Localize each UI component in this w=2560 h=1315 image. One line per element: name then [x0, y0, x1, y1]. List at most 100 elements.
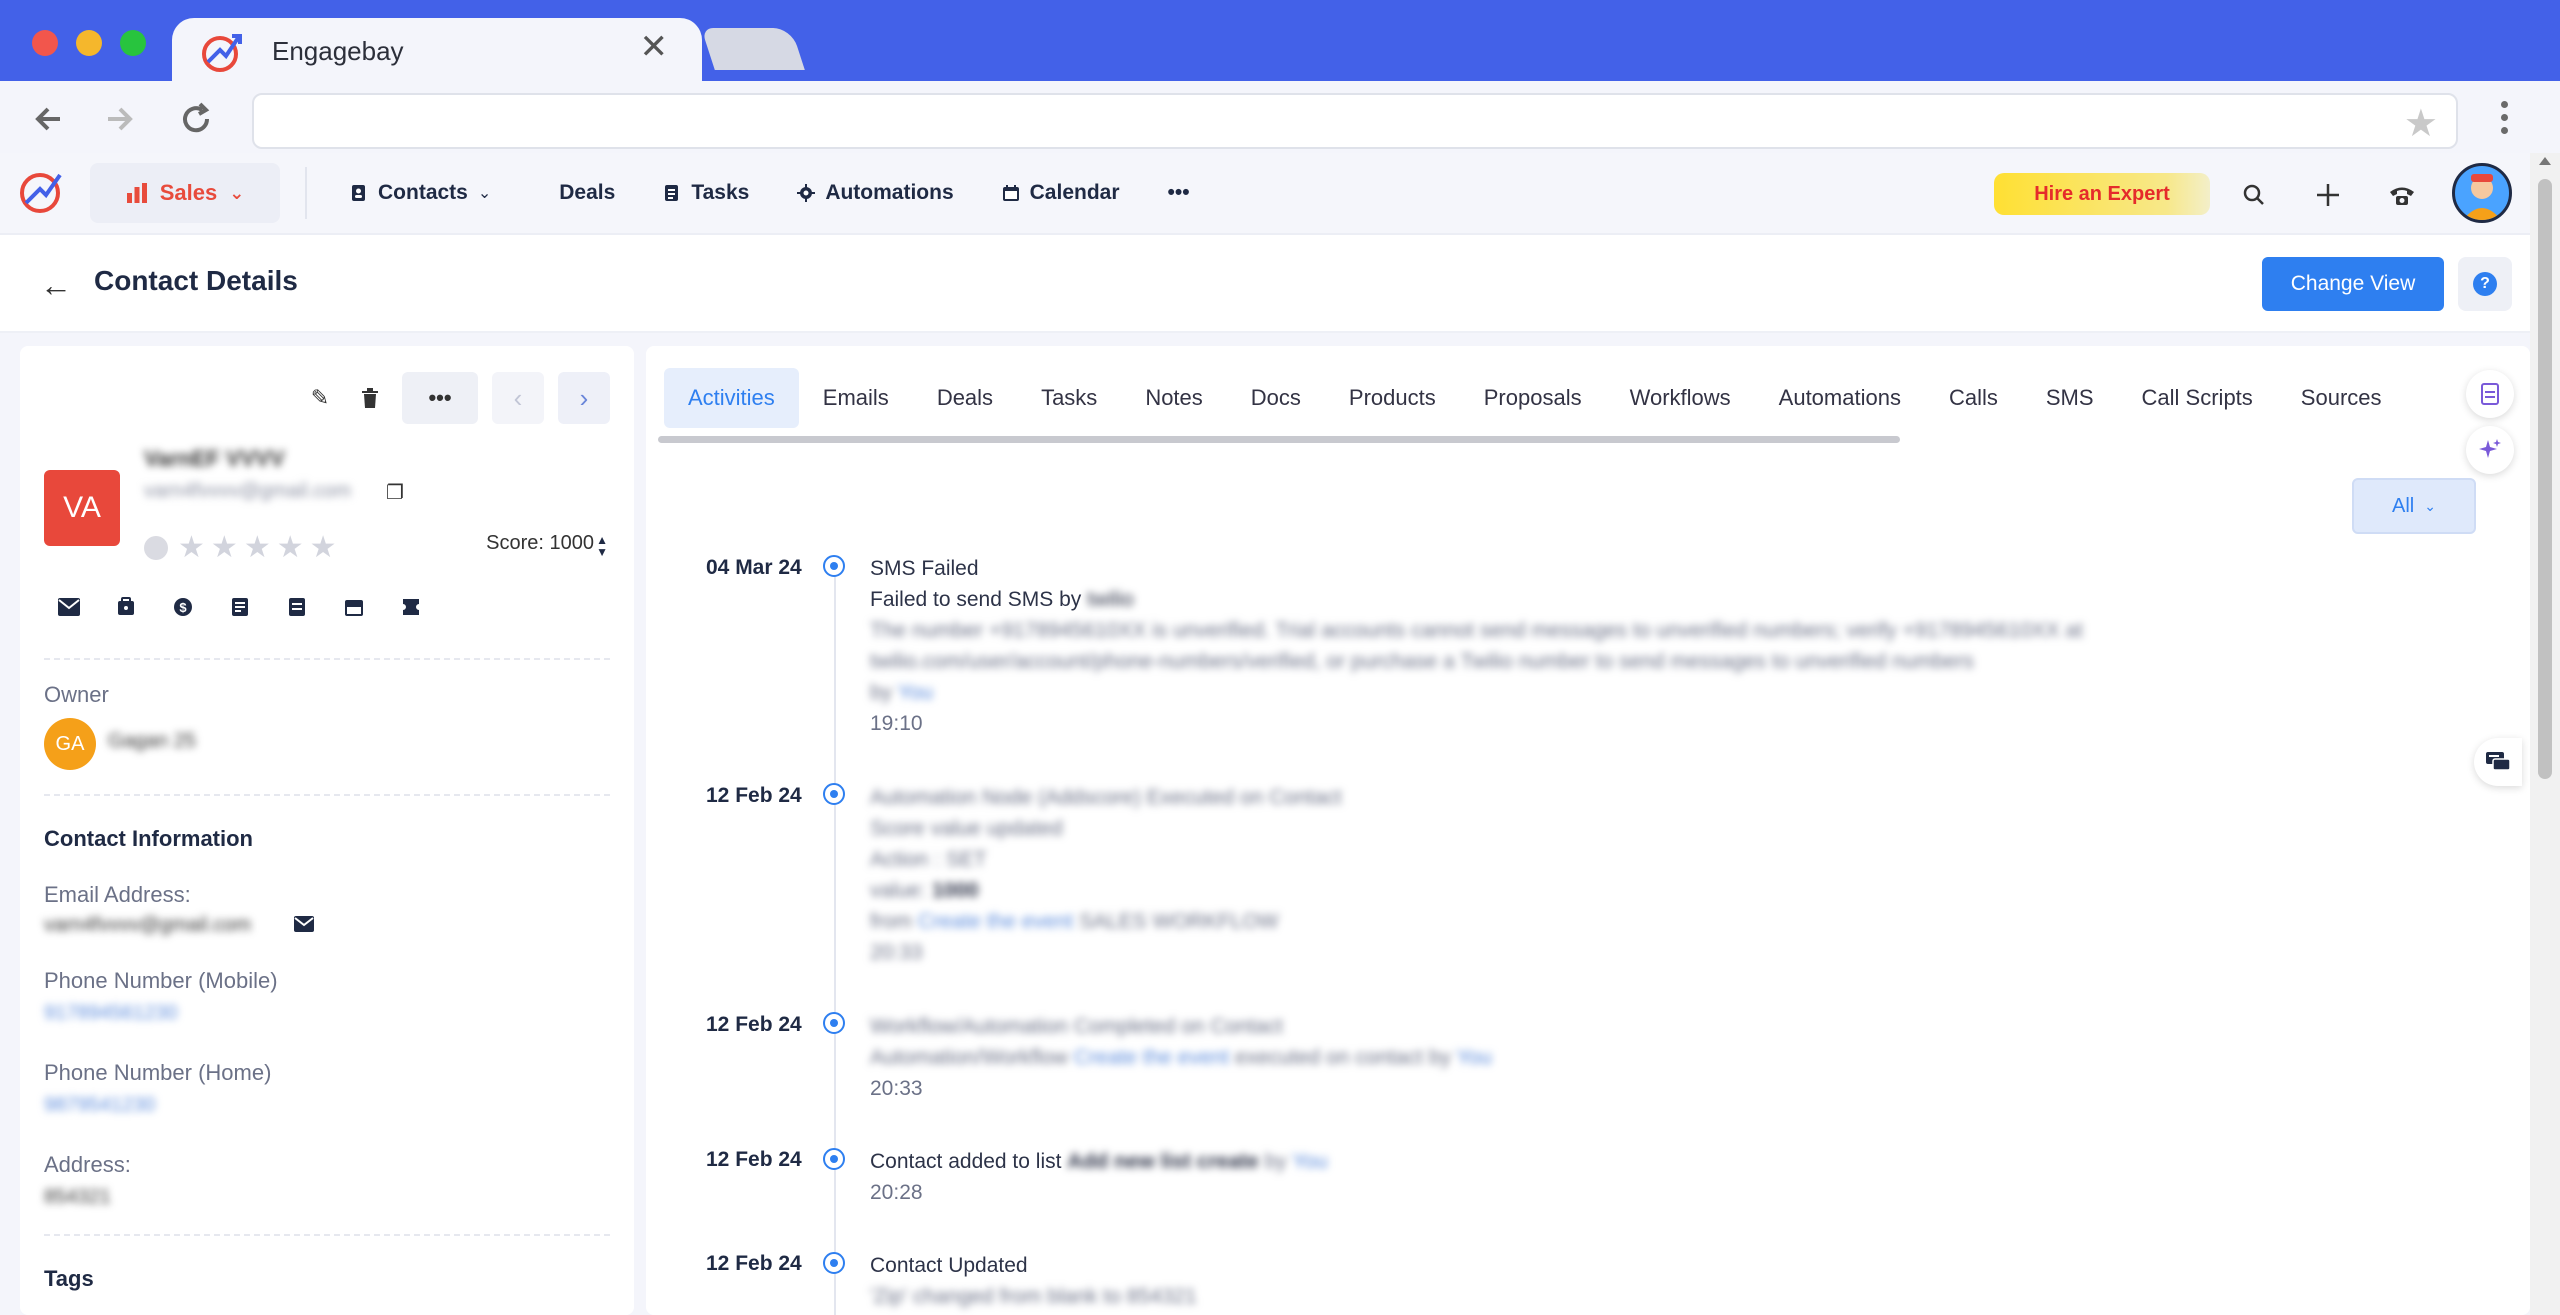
- activity-date: 12 Feb 24: [706, 784, 802, 807]
- more-actions-button[interactable]: •••: [402, 372, 478, 424]
- edit-pencil-icon[interactable]: ✎: [302, 380, 338, 416]
- close-tab-icon[interactable]: ✕: [640, 30, 669, 64]
- browser-menu-icon[interactable]: [2498, 101, 2510, 134]
- tab-workflows[interactable]: Workflows: [1606, 368, 1755, 428]
- document-icon[interactable]: [2466, 370, 2514, 418]
- nav-more-icon[interactable]: •••: [1168, 181, 1190, 205]
- deal-icon[interactable]: [115, 596, 137, 618]
- score-stepper[interactable]: ▲ ▼: [596, 534, 608, 558]
- chat-support-icon[interactable]: [2474, 738, 2522, 786]
- search-icon[interactable]: [2234, 175, 2274, 215]
- previous-contact-icon[interactable]: ‹: [492, 372, 544, 424]
- timeline-dot: [823, 783, 845, 805]
- owner-label: Owner: [44, 682, 109, 707]
- activity-detail: Score value updated: [870, 817, 1063, 840]
- sales-module-dropdown[interactable]: Sales ⌄: [90, 163, 280, 223]
- tabs-scrollbar[interactable]: [658, 436, 1900, 443]
- tab-emails[interactable]: Emails: [799, 368, 913, 428]
- star-icon[interactable]: ★: [178, 530, 205, 565]
- email-address-value[interactable]: varn4fvvvv@gmail.com: [44, 914, 251, 937]
- email-icon[interactable]: [58, 596, 80, 618]
- nav-deals[interactable]: Deals: [559, 181, 615, 205]
- activity-detail: The number +9178945610XX is unverified. …: [870, 619, 2083, 642]
- nav-calendar[interactable]: Calendar: [1002, 181, 1120, 205]
- add-icon[interactable]: [2308, 175, 2348, 215]
- forward-arrow-icon[interactable]: [98, 97, 142, 141]
- tab-calls[interactable]: Calls: [1925, 368, 2022, 428]
- task-icon[interactable]: [229, 596, 251, 618]
- scrollbar-thumb[interactable]: [2538, 179, 2552, 779]
- tab-sources[interactable]: Sources: [2277, 368, 2406, 428]
- copy-icon[interactable]: ❐: [386, 480, 404, 505]
- maximize-window-button[interactable]: [120, 30, 146, 56]
- activity-list-name[interactable]: Add new list create: [1067, 1150, 1258, 1173]
- star-icon[interactable]: ★: [211, 530, 238, 565]
- page-scrollbar[interactable]: [2530, 153, 2560, 1315]
- activity-from-link[interactable]: Create the event: [918, 910, 1073, 933]
- note-icon[interactable]: [286, 596, 308, 618]
- scroll-up-icon[interactable]: [2539, 157, 2551, 165]
- user-avatar[interactable]: [2452, 163, 2512, 223]
- star-rating[interactable]: ★ ★ ★ ★ ★: [144, 530, 337, 565]
- next-contact-icon[interactable]: ›: [558, 372, 610, 424]
- close-window-button[interactable]: [32, 30, 58, 56]
- ticket-icon[interactable]: [400, 596, 422, 618]
- back-arrow-icon[interactable]: ←: [40, 267, 72, 304]
- score-label: Score: 1000: [486, 532, 594, 554]
- new-tab-button[interactable]: [701, 28, 805, 70]
- nav-automations[interactable]: Automations: [797, 181, 954, 205]
- reload-icon[interactable]: [174, 97, 218, 141]
- browser-tab-engagebay[interactable]: Engagebay ✕: [172, 18, 702, 81]
- ai-sparkle-icon[interactable]: [2466, 426, 2514, 474]
- phone-mobile-value[interactable]: 917894561230: [44, 1002, 177, 1025]
- rating-clear-icon[interactable]: [144, 535, 168, 560]
- tab-tasks[interactable]: Tasks: [1017, 368, 1121, 428]
- back-arrow-icon[interactable]: [26, 97, 70, 141]
- delete-trash-icon[interactable]: [352, 380, 388, 416]
- tab-notes[interactable]: Notes: [1121, 368, 1226, 428]
- tab-proposals[interactable]: Proposals: [1460, 368, 1606, 428]
- more-dots: •••: [1167, 181, 1190, 204]
- activity-by-link[interactable]: You: [898, 681, 933, 704]
- tab-deals[interactable]: Deals: [913, 368, 1017, 428]
- activity-workflow-link[interactable]: Create the event: [1074, 1046, 1229, 1069]
- phone-icon[interactable]: [2382, 175, 2422, 215]
- tab-automations[interactable]: Automations: [1755, 368, 1925, 428]
- tab-products[interactable]: Products: [1325, 368, 1460, 428]
- score-down-icon[interactable]: ▼: [596, 546, 608, 558]
- tab-call-scripts[interactable]: Call Scripts: [2118, 368, 2277, 428]
- tab-sms[interactable]: SMS: [2022, 368, 2118, 428]
- star-icon[interactable]: ★: [277, 530, 304, 565]
- address-bar[interactable]: ★: [252, 93, 2458, 149]
- activity-detail: value:: [870, 879, 927, 902]
- change-view-button[interactable]: Change View: [2262, 257, 2444, 311]
- activity-by-link[interactable]: You: [1456, 1046, 1491, 1069]
- calendar-icon[interactable]: [343, 596, 365, 618]
- activity-by-label: by: [1264, 1150, 1287, 1173]
- bookmark-star-icon[interactable]: ★: [2404, 101, 2438, 146]
- hire-an-expert-button[interactable]: Hire an Expert: [1994, 173, 2210, 215]
- tab-docs[interactable]: Docs: [1227, 368, 1325, 428]
- nav-tasks-label: Tasks: [691, 181, 750, 204]
- quick-actions: $: [58, 596, 422, 618]
- phone-home-value[interactable]: 9879541230: [44, 1094, 155, 1117]
- activity-by-link[interactable]: You: [1292, 1150, 1327, 1173]
- owner-name[interactable]: Gagan 25: [108, 730, 196, 753]
- email-address-label: Email Address:: [44, 882, 191, 907]
- app-logo-icon[interactable]: [18, 167, 66, 215]
- minimize-window-button[interactable]: [76, 30, 102, 56]
- tab-activities[interactable]: Activities: [664, 368, 799, 428]
- bar-chart-icon: [126, 183, 147, 203]
- nav-contacts-label: Contacts: [378, 181, 468, 204]
- help-button[interactable]: ?: [2458, 257, 2512, 311]
- activity-time: 20:28: [870, 1181, 923, 1204]
- dollar-icon[interactable]: $: [172, 596, 194, 618]
- star-icon[interactable]: ★: [244, 530, 271, 565]
- activity-item: Workflow/Automation Completed on Contact…: [870, 1011, 1492, 1104]
- activity-title: Automation Node (Addscore) Executed on C…: [870, 786, 1342, 809]
- star-icon[interactable]: ★: [310, 530, 337, 565]
- nav-tasks[interactable]: Tasks: [663, 181, 749, 205]
- nav-contacts[interactable]: Contacts ⌄: [350, 181, 491, 205]
- send-email-icon[interactable]: [294, 916, 314, 937]
- activity-filter-dropdown[interactable]: All ⌄: [2352, 478, 2476, 534]
